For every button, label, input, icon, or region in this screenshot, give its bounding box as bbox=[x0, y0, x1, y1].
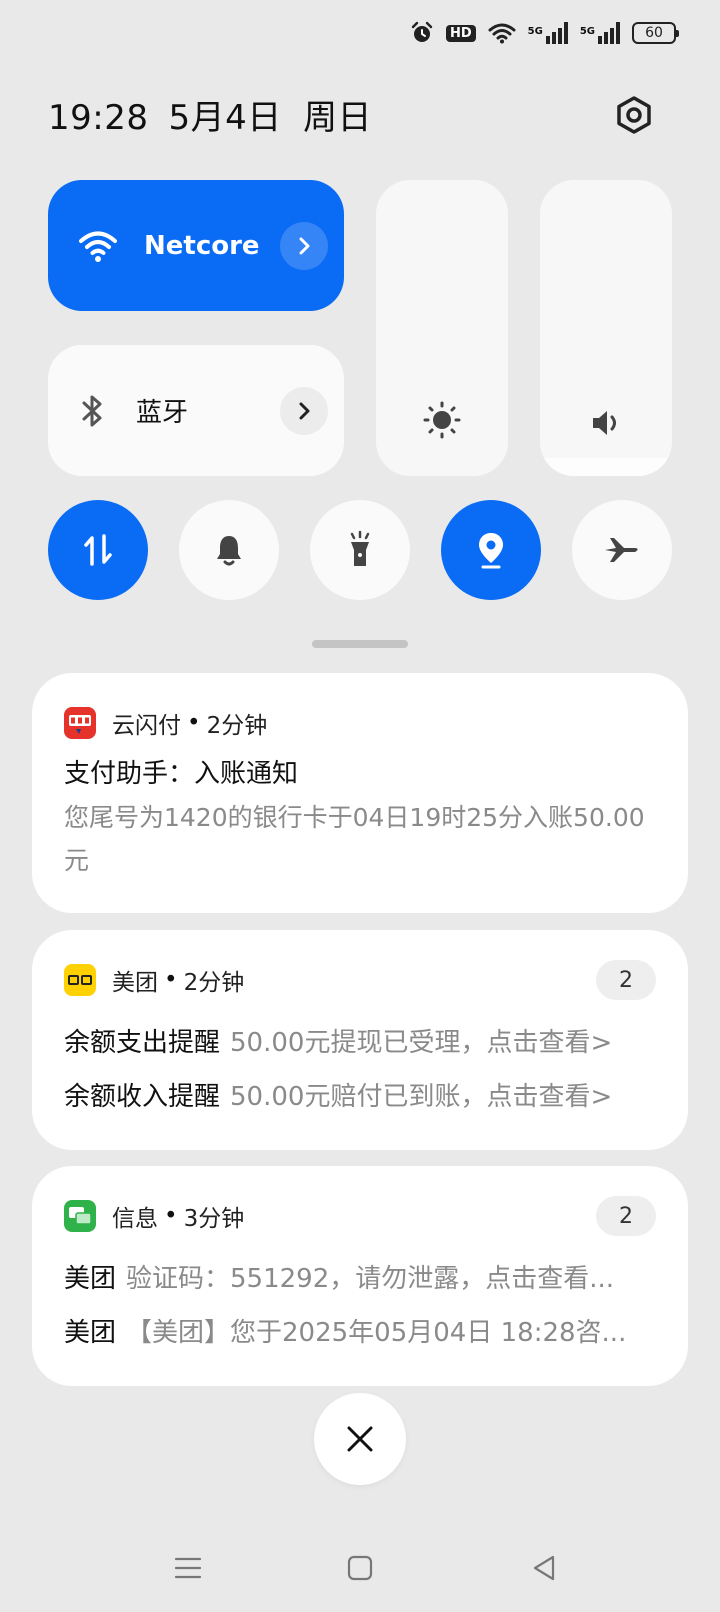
notification-row: 余额支出提醒 50.00元提现已受理，点击查看> bbox=[64, 1022, 656, 1064]
header: 19:28 5月4日 周日 bbox=[48, 90, 656, 139]
row-text: 验证码：551292，请勿泄露，点击查看... bbox=[126, 1264, 615, 1294]
row-title: 美团 bbox=[64, 1318, 117, 1348]
wifi-network-name: Netcore bbox=[144, 230, 260, 261]
status-bar: HD 5G 5G 60 bbox=[410, 18, 679, 48]
brightness-slider[interactable] bbox=[376, 180, 508, 476]
row-title: 余额收入提醒 bbox=[64, 1082, 221, 1112]
date: 5月4日 bbox=[168, 98, 282, 138]
location-toggle[interactable] bbox=[441, 500, 541, 600]
sound-toggle[interactable] bbox=[179, 500, 279, 600]
menu-icon bbox=[174, 1557, 202, 1579]
mobile-data-toggle[interactable] bbox=[48, 500, 148, 600]
notification-title: 支付助手：入账通知 bbox=[64, 759, 299, 789]
time-date[interactable]: 19:28 5月4日 周日 bbox=[48, 90, 372, 139]
bluetooth-icon bbox=[82, 395, 102, 426]
app-name: 美团 bbox=[112, 970, 158, 996]
alarm-icon bbox=[411, 21, 433, 42]
settings-button[interactable] bbox=[612, 93, 656, 137]
notification-count-badge[interactable]: 2 bbox=[596, 1196, 656, 1236]
bluetooth-label: 蓝牙 bbox=[136, 398, 189, 428]
row-text: 50.00元提现已受理，点击查看> bbox=[230, 1028, 613, 1058]
back-button[interactable] bbox=[524, 1548, 564, 1588]
notification-row: 美团 验证码：551292，请勿泄露，点击查看... bbox=[64, 1258, 656, 1300]
notification-time: 2分钟 bbox=[206, 713, 268, 739]
location-pin-icon bbox=[479, 533, 503, 569]
quick-toggles bbox=[48, 500, 672, 600]
chevron-right-icon bbox=[299, 402, 310, 420]
data-transfer-icon bbox=[84, 534, 112, 566]
notification-body: 您尾号为1420的银行卡于04日19时25分入账50.00元 bbox=[64, 803, 645, 875]
sun-icon bbox=[423, 401, 461, 439]
volume-slider[interactable] bbox=[540, 180, 672, 476]
speaker-icon bbox=[593, 411, 616, 435]
unionpay-app-icon bbox=[64, 707, 96, 739]
navigation-bar bbox=[0, 1548, 720, 1588]
volume-fill bbox=[540, 458, 672, 476]
bluetooth-tile[interactable]: 蓝牙 bbox=[48, 345, 344, 476]
notification-meituan[interactable]: 美团 • 2分钟 2 余额支出提醒 50.00元提现已受理，点击查看> 余额收入提… bbox=[32, 930, 688, 1150]
app-name: 信息 bbox=[112, 1206, 158, 1232]
clear-all-button[interactable] bbox=[314, 1393, 406, 1485]
home-button[interactable] bbox=[340, 1548, 380, 1588]
notification-time: 2分钟 bbox=[183, 970, 245, 996]
separator-dot: • bbox=[187, 710, 201, 736]
cell-signal-2-icon: 5G bbox=[580, 22, 620, 44]
flashlight-toggle[interactable] bbox=[310, 500, 410, 600]
notification-row: 美团 【美团】您于2025年05月04日 18:28咨... bbox=[64, 1312, 656, 1354]
separator-dot: • bbox=[164, 967, 178, 993]
notification-row: 余额收入提醒 50.00元赔付已到账，点击查看> bbox=[64, 1076, 656, 1118]
chevron-right-icon bbox=[299, 237, 310, 255]
close-icon bbox=[347, 1426, 373, 1452]
wifi-tile[interactable]: Netcore bbox=[48, 180, 344, 311]
battery-level: 60 bbox=[645, 25, 663, 41]
back-triangle-icon bbox=[533, 1555, 555, 1581]
notification-time: 3分钟 bbox=[183, 1206, 245, 1232]
notification-messages[interactable]: 信息 • 3分钟 2 美团 验证码：551292，请勿泄露，点击查看... 美团【… bbox=[32, 1166, 688, 1386]
weekday: 周日 bbox=[303, 98, 373, 138]
bell-icon bbox=[217, 536, 241, 566]
row-text: 50.00元赔付已到账，点击查看> bbox=[230, 1082, 613, 1112]
messages-app-icon bbox=[64, 1200, 96, 1232]
airplane-mode-toggle[interactable] bbox=[572, 500, 672, 600]
clock-time: 19:28 bbox=[48, 98, 149, 138]
notification-unionpay[interactable]: 云闪付 • 2分钟 支付助手：入账通知 您尾号为1420的银行卡于04日19时2… bbox=[32, 673, 688, 913]
hd-voice-icon: HD bbox=[445, 24, 476, 42]
airplane-icon bbox=[605, 538, 638, 562]
cell-signal-1-icon: 5G bbox=[528, 22, 568, 44]
row-title: 美团 bbox=[64, 1264, 117, 1294]
drag-handle[interactable] bbox=[312, 640, 408, 648]
recents-button[interactable] bbox=[168, 1548, 208, 1588]
wifi-status-icon bbox=[488, 23, 516, 44]
bluetooth-details-button[interactable] bbox=[280, 387, 328, 435]
gear-icon bbox=[617, 95, 651, 134]
flashlight-icon bbox=[350, 530, 370, 566]
square-icon bbox=[347, 1555, 373, 1581]
app-name: 云闪付 bbox=[112, 713, 181, 739]
separator-dot: • bbox=[164, 1203, 178, 1229]
wifi-details-button[interactable] bbox=[280, 222, 328, 270]
battery-icon: 60 bbox=[632, 22, 679, 44]
row-title: 余额支出提醒 bbox=[64, 1028, 221, 1058]
notification-count-badge[interactable]: 2 bbox=[596, 960, 656, 1000]
row-text: 【美团】您于2025年05月04日 18:28咨... bbox=[126, 1318, 627, 1348]
meituan-app-icon bbox=[64, 964, 96, 996]
wifi-icon bbox=[79, 231, 117, 262]
